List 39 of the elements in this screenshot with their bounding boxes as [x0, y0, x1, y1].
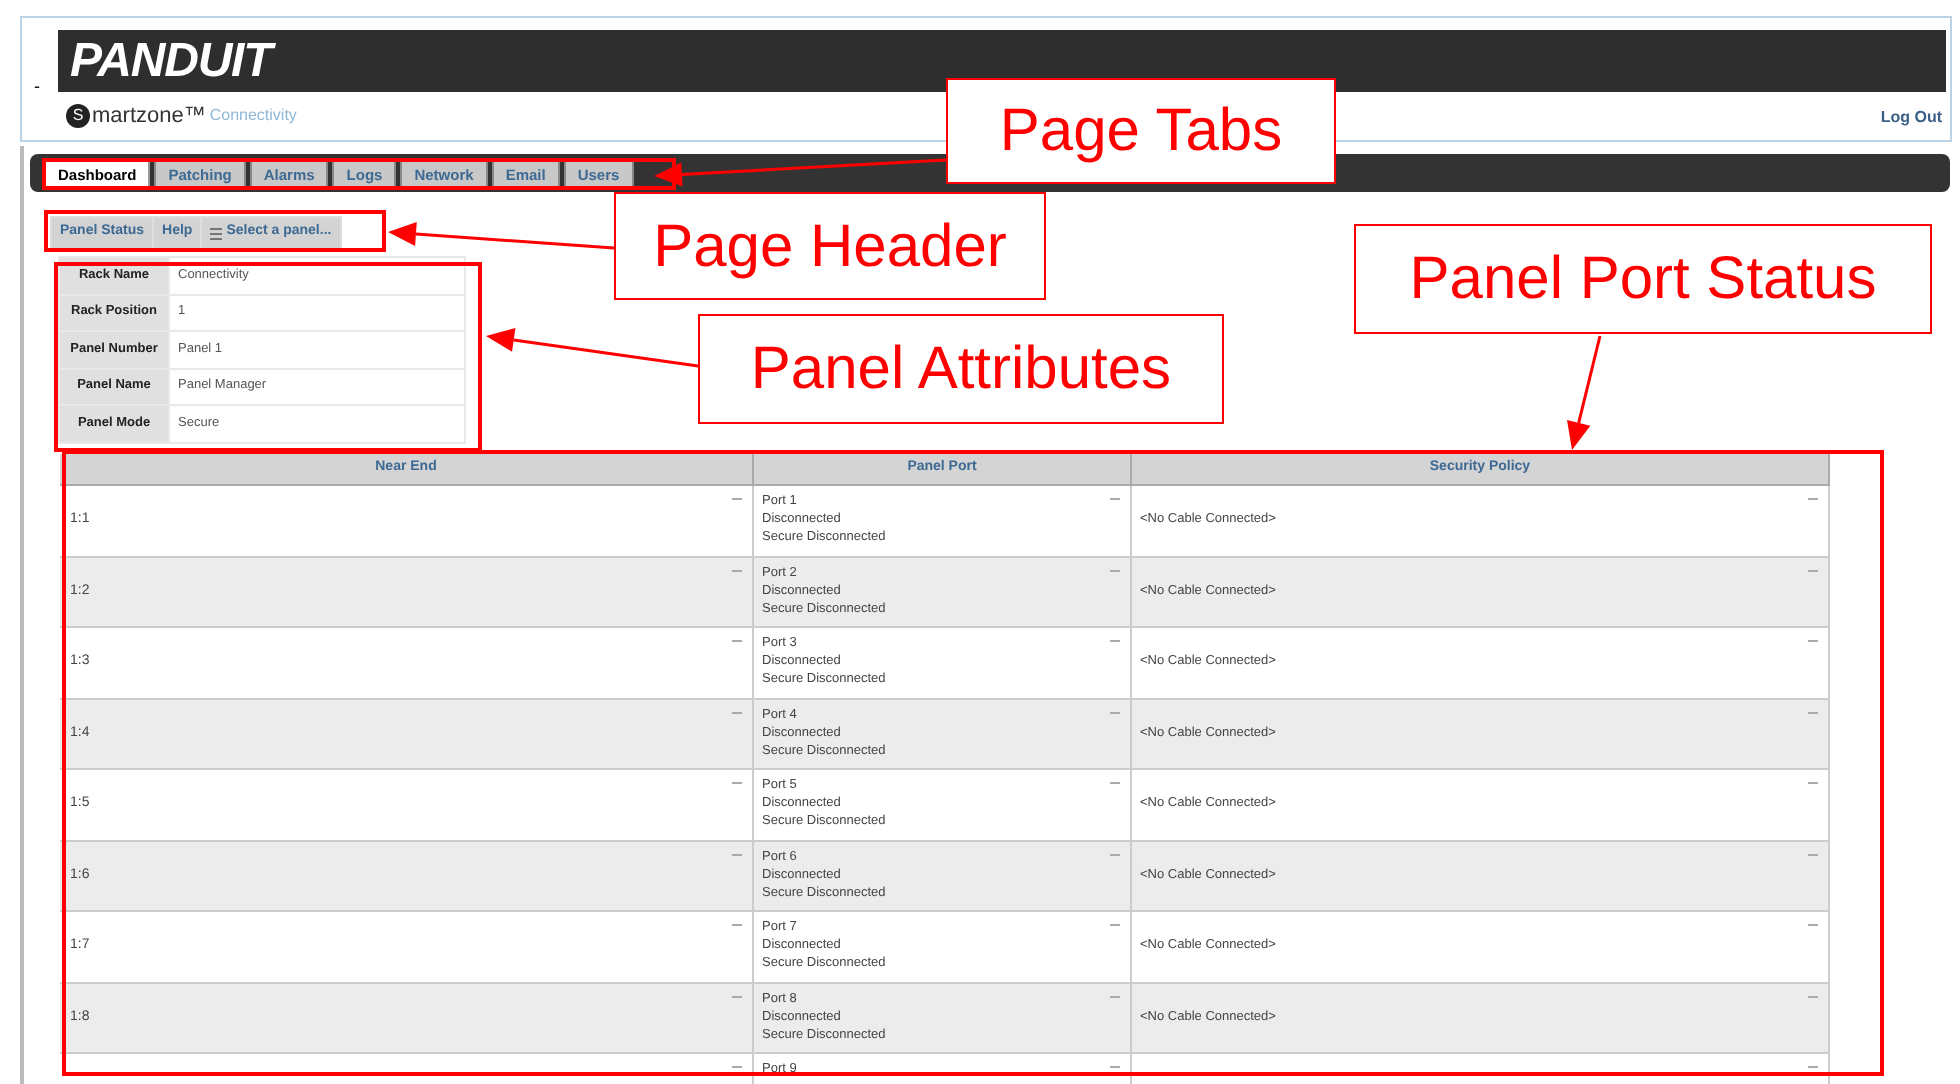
dash-icon — [1110, 498, 1120, 500]
dash-icon — [1808, 569, 1818, 571]
dash-icon — [1808, 1066, 1818, 1068]
dash-icon — [732, 711, 742, 713]
brand-badge: S — [66, 104, 90, 129]
dash-icon — [732, 1066, 742, 1068]
dash-icon — [732, 995, 742, 997]
dash-icon — [1808, 853, 1818, 855]
dash-icon — [732, 569, 742, 571]
logo: PANDUIT — [68, 34, 278, 90]
dash-icon — [1808, 498, 1818, 500]
dash-icon — [1110, 1066, 1120, 1068]
callout-label: Page Tabs — [946, 78, 1336, 184]
dash-icon — [1110, 924, 1120, 926]
dash-icon — [1110, 782, 1120, 784]
list-icon — [210, 227, 223, 239]
dash-icon — [732, 782, 742, 784]
dash-icon — [1110, 711, 1120, 713]
dash-icon — [1808, 924, 1818, 926]
dash-icon — [1808, 995, 1818, 997]
callout-label: Panel Port Status — [1354, 224, 1932, 334]
dash-icon — [1110, 569, 1120, 571]
logout-link[interactable]: Log Out — [1880, 106, 1942, 130]
dash-icon — [1808, 640, 1818, 642]
brand-product: Connectivity — [209, 104, 297, 129]
dash-icon — [732, 853, 742, 855]
dash-icon — [1808, 711, 1818, 713]
dash-icon — [732, 924, 742, 926]
dash-icon — [732, 640, 742, 642]
dash-icon — [1110, 853, 1120, 855]
dash-icon — [1110, 995, 1120, 997]
dash-icon — [732, 498, 742, 500]
callout-label: Page Header — [614, 192, 1046, 300]
dash-icon — [1808, 782, 1818, 784]
brand-name: martzone™ — [92, 102, 206, 132]
callout-arrow — [1567, 335, 1602, 450]
callout-label: Panel Attributes — [698, 314, 1224, 424]
dash-icon — [1110, 640, 1120, 642]
collapse-mark[interactable]: - — [34, 74, 40, 101]
